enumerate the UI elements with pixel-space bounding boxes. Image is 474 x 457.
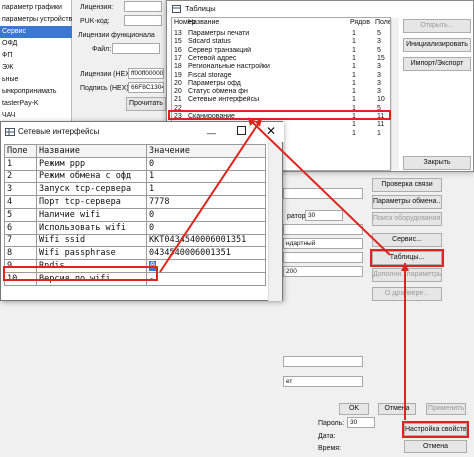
tables-button-highlight [370, 249, 444, 267]
arrow-line-1 [159, 117, 263, 273]
arrow-line-2 [247, 117, 391, 256]
setup-button-highlight [402, 421, 469, 438]
annotation-arrows [159, 117, 409, 420]
